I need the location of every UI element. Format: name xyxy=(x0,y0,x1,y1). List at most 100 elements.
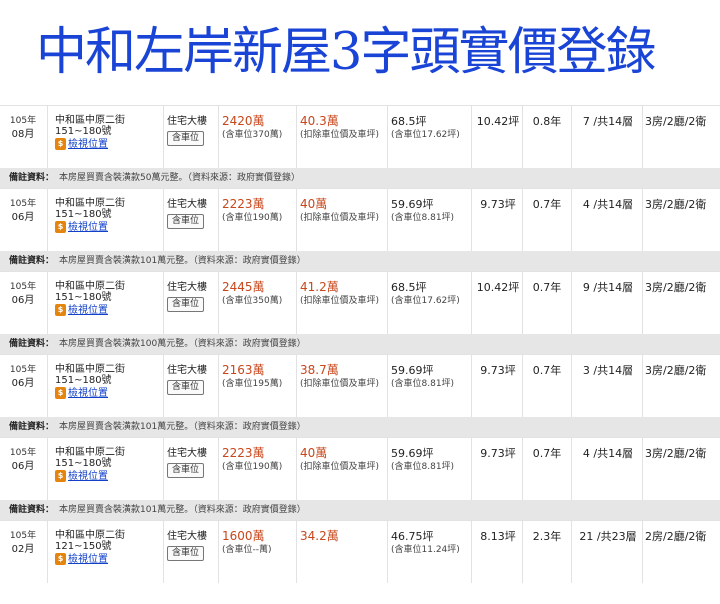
address-street: 中和區中原二街 xyxy=(55,530,125,541)
total-price-note: (含車位190萬) xyxy=(222,462,283,472)
address: 中和區中原二街 151~180號 $ 檢視位置 xyxy=(55,355,163,426)
building-type: 住宅大樓 含車位 xyxy=(167,189,219,260)
total-area: 68.5坪 (含車位17.62坪) xyxy=(391,106,471,176)
total-area-note: (含車位8.81坪) xyxy=(391,379,455,389)
floor-info: 4 /共14層 xyxy=(582,447,634,460)
total-price: 2445萬 (含車位350萬) xyxy=(222,272,294,342)
view-location-link[interactable]: 檢視位置 xyxy=(68,554,108,565)
address: 中和區中原二街 121~150號 $ 檢視位置 xyxy=(55,521,163,592)
transaction-year: 105年 xyxy=(9,116,37,126)
floor-info: 9 /共14層 xyxy=(582,281,634,294)
dollar-map-pin-icon[interactable]: $ xyxy=(55,553,66,565)
view-location-link[interactable]: 檢視位置 xyxy=(68,305,108,316)
unit-price: 40.3萬 (扣除車位價及車坪) xyxy=(300,106,388,176)
view-location-link[interactable]: 檢視位置 xyxy=(68,222,108,233)
parking-badge: 含車位 xyxy=(167,463,205,478)
total-price-note: (含車位195萬) xyxy=(222,379,283,389)
building-type-label: 住宅大樓 xyxy=(167,199,207,210)
transaction-date: 105年 08月 xyxy=(8,106,38,177)
dollar-map-pin-icon[interactable]: $ xyxy=(55,387,66,399)
transaction-record: 105年 08月 中和區中原二街 151~180號 $ 檢視位置 住宅大樓 含車… xyxy=(0,105,720,189)
view-location-link[interactable]: 檢視位置 xyxy=(68,139,108,150)
transaction-record: 105年 06月 中和區中原二街 151~180號 $ 檢視位置 住宅大樓 含車… xyxy=(0,271,720,355)
transaction-month: 08月 xyxy=(11,129,35,140)
total-price: 1600萬 (含車位--萬) xyxy=(222,521,294,591)
address-street: 中和區中原二街 xyxy=(55,364,125,375)
transaction-date: 105年 02月 xyxy=(8,521,38,592)
table-row: 105年 06月 中和區中原二街 151~180號 $ 檢視位置 住宅大樓 含車… xyxy=(0,271,720,334)
page-title: 中和左岸新屋3字頭實價登錄 xyxy=(36,23,656,82)
total-area: 59.69坪 (含車位8.81坪) xyxy=(391,189,471,259)
transaction-year: 105年 xyxy=(9,531,37,541)
parking-badge: 含車位 xyxy=(167,546,205,561)
address: 中和區中原二街 151~180號 $ 檢視位置 xyxy=(55,189,163,260)
address-street: 中和區中原二街 xyxy=(55,198,125,209)
remarks-label: 備註資料： xyxy=(9,422,55,432)
unit-price-note: (扣除車位價及車坪) xyxy=(300,130,380,140)
unit-price: 34.2萬 xyxy=(300,521,388,591)
view-location-link[interactable]: 檢視位置 xyxy=(68,471,108,482)
address: 中和區中原二街 151~180號 $ 檢視位置 xyxy=(55,438,163,509)
remarks-bar: 備註資料： 本房屋買賣含裝潢款101萬元整。（資料來源：政府實價登錄） xyxy=(0,417,720,438)
dollar-map-pin-icon[interactable]: $ xyxy=(55,470,66,482)
total-price: 2420萬 (含車位370萬) xyxy=(222,106,294,176)
unit-price-value: 40萬 xyxy=(300,197,328,211)
table-row: 105年 06月 中和區中原二街 151~180號 $ 檢視位置 住宅大樓 含車… xyxy=(0,437,720,500)
total-area-note: (含車位8.81坪) xyxy=(391,462,455,472)
transaction-date: 105年 06月 xyxy=(8,272,38,343)
total-price-note: (含車位350萬) xyxy=(222,296,283,306)
dollar-map-pin-icon[interactable]: $ xyxy=(55,138,66,150)
building-age: 0.7年 xyxy=(532,281,562,294)
transaction-month: 06月 xyxy=(11,295,35,306)
transaction-date: 105年 06月 xyxy=(8,189,38,260)
unit-price-value: 38.7萬 xyxy=(300,363,339,377)
transaction-record: 105年 06月 中和區中原二街 151~180號 $ 檢視位置 住宅大樓 含車… xyxy=(0,354,720,438)
ping-value: 9.73坪 xyxy=(480,364,516,377)
transaction-record: 105年 02月 中和區中原二街 121~150號 $ 檢視位置 住宅大樓 含車… xyxy=(0,520,720,603)
ping-value: 10.42坪 xyxy=(476,281,520,294)
unit-price-note: (扣除車位價及車坪) xyxy=(300,296,380,306)
building-age: 2.3年 xyxy=(532,530,562,543)
total-price-note: (含車位190萬) xyxy=(222,213,283,223)
transaction-record: 105年 06月 中和區中原二街 151~180號 $ 檢視位置 住宅大樓 含車… xyxy=(0,188,720,272)
transaction-year: 105年 xyxy=(9,199,37,209)
remarks-label: 備註資料： xyxy=(9,505,55,515)
total-area-value: 59.69坪 xyxy=(391,447,434,460)
building-type: 住宅大樓 含車位 xyxy=(167,272,219,343)
total-area-value: 59.69坪 xyxy=(391,198,434,211)
ping-value: 9.73坪 xyxy=(480,198,516,211)
unit-price: 38.7萬 (扣除車位價及車坪) xyxy=(300,355,388,425)
building-type: 住宅大樓 含車位 xyxy=(167,355,219,426)
remarks-bar: 備註資料： 本房屋買賣含裝潢款101萬元整。（資料來源：政府實價登錄） xyxy=(0,251,720,272)
unit-price-value: 41.2萬 xyxy=(300,280,339,294)
remarks-bar xyxy=(0,583,720,604)
room-layout: 3房/2廳/2衛 xyxy=(645,198,707,211)
address-number: 151~180號 xyxy=(55,292,112,303)
building-age: 0.7年 xyxy=(532,364,562,377)
address-street: 中和區中原二街 xyxy=(55,115,125,126)
transaction-record: 105年 06月 中和區中原二街 151~180號 $ 檢視位置 住宅大樓 含車… xyxy=(0,437,720,521)
view-location-link[interactable]: 檢視位置 xyxy=(68,388,108,399)
room-layout: 2房/2廳/2衛 xyxy=(645,530,707,543)
ping-value: 9.73坪 xyxy=(480,447,516,460)
total-price: 2163萬 (含車位195萬) xyxy=(222,355,294,425)
unit-price-note: (扣除車位價及車坪) xyxy=(300,379,380,389)
remarks-bar: 備註資料： 本房屋買賣含裝潢款101萬元整。（資料來源：政府實價登錄） xyxy=(0,500,720,521)
floor-info: 21 /共23層 xyxy=(579,530,637,543)
remarks-text: 本房屋買賣含裝潢款50萬元整。（資料來源：政府實價登錄） xyxy=(59,173,300,183)
dollar-map-pin-icon[interactable]: $ xyxy=(55,221,66,233)
remarks-label: 備註資料： xyxy=(9,173,55,183)
transaction-year: 105年 xyxy=(9,365,37,375)
building-type-label: 住宅大樓 xyxy=(167,116,207,127)
transaction-year: 105年 xyxy=(9,282,37,292)
total-price-value: 2445萬 xyxy=(222,280,265,294)
remarks-text: 本房屋買賣含裝潢款101萬元整。（資料來源：政府實價登錄） xyxy=(59,256,306,266)
building-age: 0.7年 xyxy=(532,198,562,211)
table-row: 105年 06月 中和區中原二街 151~180號 $ 檢視位置 住宅大樓 含車… xyxy=(0,188,720,251)
dollar-map-pin-icon[interactable]: $ xyxy=(55,304,66,316)
transaction-month: 06月 xyxy=(11,212,35,223)
unit-price-value: 34.2萬 xyxy=(300,529,339,543)
unit-price-note: (扣除車位價及車坪) xyxy=(300,462,380,472)
total-price-note: (含車位370萬) xyxy=(222,130,283,140)
total-price-value: 2420萬 xyxy=(222,114,265,128)
